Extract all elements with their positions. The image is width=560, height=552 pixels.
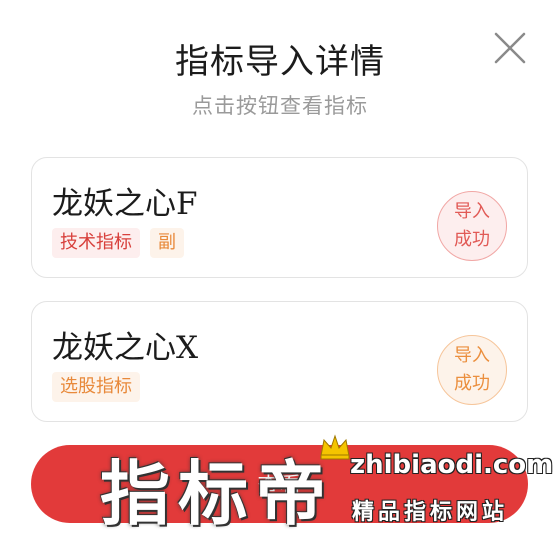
indicator-tags: 选股指标 [52, 372, 140, 402]
close-button[interactable] [492, 30, 528, 66]
page-title: 指标导入详情 [175, 42, 385, 82]
badge-line2: 成功 [454, 373, 490, 394]
import-success-badge: 导入 成功 [437, 335, 507, 405]
tag-stock-selection-indicator: 选股指标 [52, 372, 140, 402]
close-icon [494, 32, 526, 64]
badge-line1: 导入 [454, 201, 490, 222]
indicator-card[interactable]: 龙妖之心X 选股指标 导入 成功 [31, 301, 528, 422]
tag-sub: 副 [150, 228, 184, 258]
view-button-label: 查看 [257, 474, 302, 499]
indicator-name: 龙妖之心X [52, 330, 199, 366]
view-indicators-button[interactable]: 查看 [31, 445, 528, 523]
indicator-tags: 技术指标 副 [52, 228, 184, 258]
tag-technical-indicator: 技术指标 [52, 228, 140, 258]
page-subtitle: 点击按钮查看指标 [192, 94, 368, 118]
badge-line1: 导入 [454, 345, 490, 366]
indicator-card[interactable]: 龙妖之心F 技术指标 副 导入 成功 [31, 157, 528, 278]
indicator-name: 龙妖之心F [52, 186, 198, 222]
badge-line2: 成功 [454, 229, 490, 250]
import-success-badge: 导入 成功 [437, 191, 507, 261]
